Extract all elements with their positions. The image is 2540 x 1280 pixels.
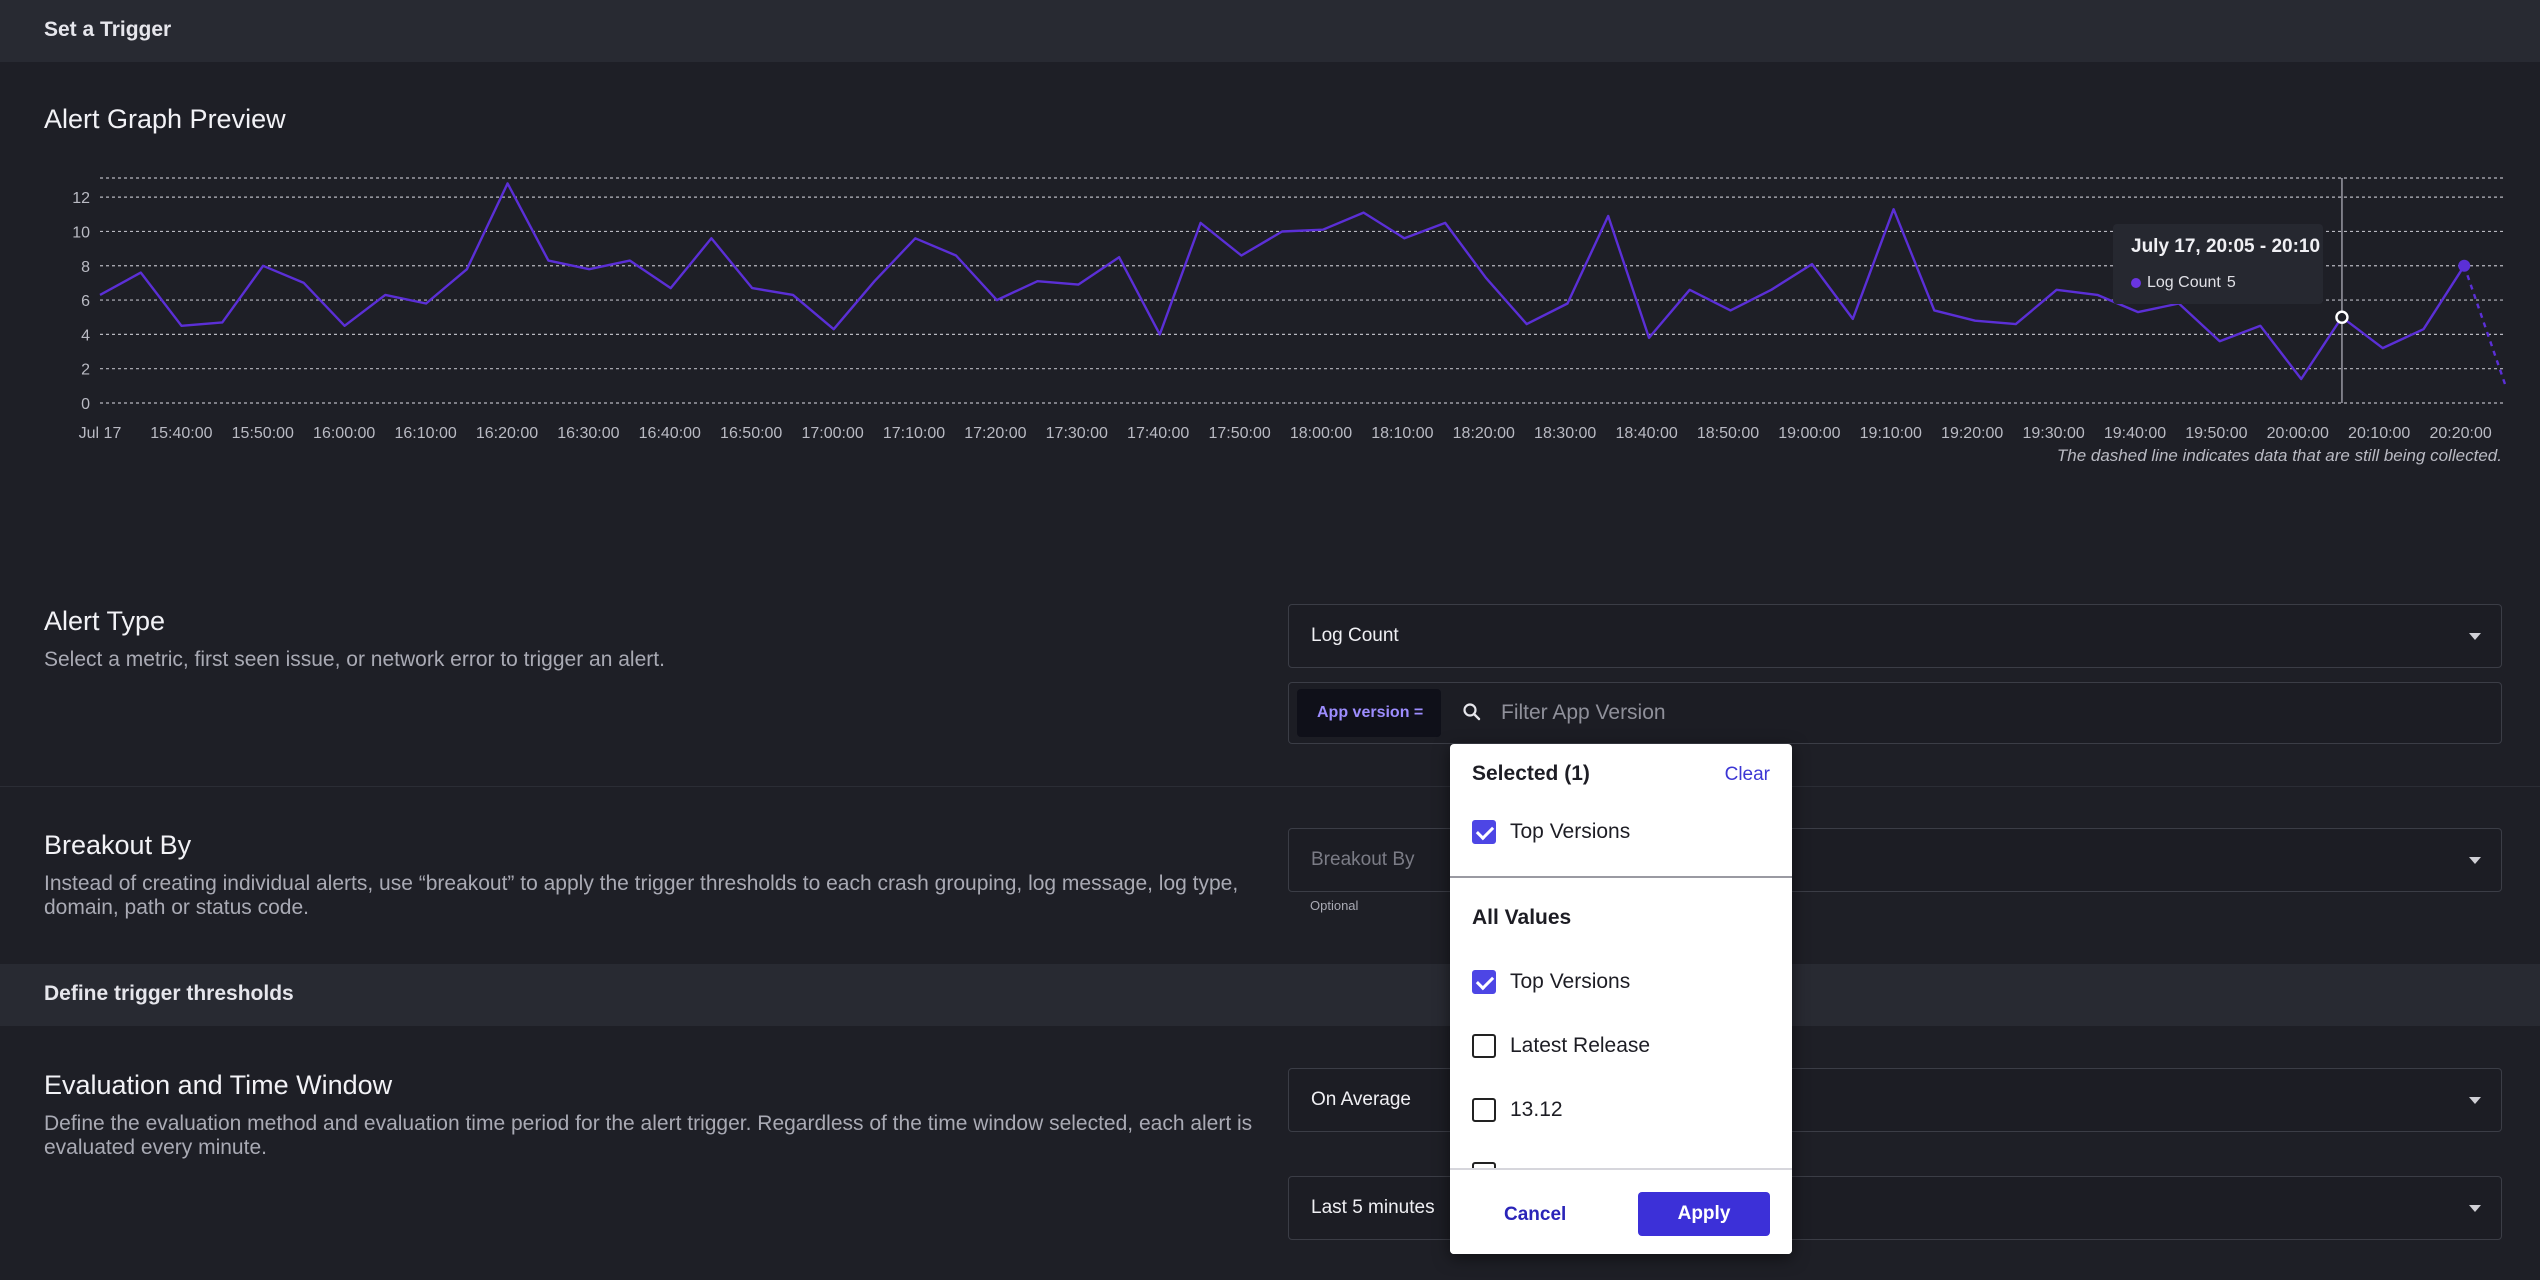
search-icon xyxy=(1463,703,1481,721)
x-tick-label: 19:20:00 xyxy=(1941,425,2003,442)
option-label: 13.12 xyxy=(1510,1098,1563,1121)
cancel-button[interactable]: Cancel xyxy=(1504,1204,1566,1226)
x-tick-label: 16:10:00 xyxy=(394,425,456,442)
hover-point xyxy=(2335,310,2349,324)
clear-button[interactable]: Clear xyxy=(1725,764,1770,786)
x-tick-label: Jul 17 xyxy=(79,425,122,442)
x-tick-label: 17:00:00 xyxy=(801,425,863,442)
x-tick-label: 17:30:00 xyxy=(1046,425,1108,442)
chevron-down-icon xyxy=(2469,633,2481,640)
time-window-value: Last 5 minutes xyxy=(1311,1197,1435,1218)
divider xyxy=(0,786,2540,787)
x-tick-label: 17:10:00 xyxy=(883,425,945,442)
chevron-down-icon xyxy=(2469,857,2481,864)
x-tick-label: 17:50:00 xyxy=(1208,425,1270,442)
tooltip-series: Log Count xyxy=(2147,274,2221,291)
x-tick-label: 16:30:00 xyxy=(557,425,619,442)
dropdown-separator xyxy=(1450,876,1792,878)
y-tick-label: 2 xyxy=(81,362,90,379)
x-tick-label: 20:10:00 xyxy=(2348,425,2410,442)
x-tick-label: 19:00:00 xyxy=(1778,425,1840,442)
option-13-12[interactable]: 13.12 xyxy=(1472,1098,1563,1122)
tooltip-title: July 17, 20:05 - 20:10 xyxy=(2131,236,2321,257)
y-tick-label: 6 xyxy=(81,293,90,310)
x-tick-label: 20:00:00 xyxy=(2267,425,2329,442)
x-tick-label: 18:30:00 xyxy=(1534,425,1596,442)
alert-type-description: Select a metric, first seen issue, or ne… xyxy=(44,648,665,671)
metric-select[interactable]: Log Count xyxy=(1288,604,2502,668)
option-label: Top Versions xyxy=(1510,820,1631,843)
thresholds-bar: Define trigger thresholds xyxy=(0,964,2540,1026)
all-values-header: All Values xyxy=(1472,906,1572,929)
option-latest-release[interactable]: Latest Release xyxy=(1472,1034,1650,1058)
option-label: Top Versions xyxy=(1510,970,1631,993)
breakout-title: Breakout By xyxy=(44,830,192,860)
x-tick-label: 18:10:00 xyxy=(1371,425,1433,442)
option-top-versions[interactable]: Top Versions xyxy=(1472,970,1630,994)
tooltip-value: 5 xyxy=(2226,274,2236,291)
y-tick-label: 8 xyxy=(81,259,90,276)
x-tick-label: 18:20:00 xyxy=(1453,425,1515,442)
header-bar: Set a Trigger xyxy=(0,0,2540,62)
filter-app-version-input[interactable] xyxy=(1501,697,2401,729)
app-version-chip[interactable]: App version = xyxy=(1297,689,1441,737)
x-tick-label: 18:00:00 xyxy=(1290,425,1352,442)
x-tick-label: 17:20:00 xyxy=(964,425,1026,442)
breakout-optional-hint: Optional xyxy=(1310,898,1359,913)
y-tick-label: 4 xyxy=(81,327,90,344)
x-tick-label: 16:20:00 xyxy=(476,425,538,442)
chevron-down-icon xyxy=(2469,1097,2481,1104)
selected-header: Selected (1) xyxy=(1472,762,1590,785)
breakout-description: Instead of creating individual alerts, u… xyxy=(44,872,1239,919)
series-line-pending xyxy=(2463,265,2507,385)
tooltip-row: Log Count 5 xyxy=(2131,274,2236,292)
alert-graph: 0 2 4 6 8 10 12 Jul 17 15:40:00 15:50:00 16:00:00 1… xyxy=(0,150,2540,480)
breakout-select-placeholder: Breakout By xyxy=(1311,849,1415,870)
page-title: Set a Trigger xyxy=(44,18,172,41)
x-tick-label: 16:40:00 xyxy=(639,425,701,442)
preview-title: Alert Graph Preview xyxy=(44,104,286,134)
evaluation-description: Define the evaluation method and evaluat… xyxy=(44,1112,1253,1159)
checkbox-checked-icon[interactable] xyxy=(1472,820,1496,844)
thresholds-title: Define trigger thresholds xyxy=(44,982,294,1005)
chevron-down-icon xyxy=(2469,1205,2481,1212)
option-label: Latest Release xyxy=(1510,1034,1651,1057)
metric-select-value: Log Count xyxy=(1311,625,1399,646)
x-tick-label: 20:20:00 xyxy=(2429,425,2491,442)
y-tick-label: 0 xyxy=(81,396,90,413)
x-tick-label: 19:50:00 xyxy=(2185,425,2247,442)
checkbox-checked-icon[interactable] xyxy=(1472,970,1496,994)
checkbox-icon[interactable] xyxy=(1472,1034,1496,1058)
x-tick-label: 18:50:00 xyxy=(1697,425,1759,442)
x-tick-label: 16:50:00 xyxy=(720,425,782,442)
dropdown-footer: Cancel Apply xyxy=(1450,1168,1792,1254)
chip-label: App version = xyxy=(1317,704,1424,721)
chart-tooltip: July 17, 20:05 - 20:10 Log Count 5 xyxy=(2113,224,2323,304)
app-version-filter[interactable]: App version = xyxy=(1288,682,2502,744)
x-tick-label: 18:40:00 xyxy=(1615,425,1677,442)
x-tick-label: 17:40:00 xyxy=(1127,425,1189,442)
series-line-log-count xyxy=(99,182,2466,381)
x-tick-label: 19:40:00 xyxy=(2104,425,2166,442)
x-tick-label: 15:40:00 xyxy=(150,425,212,442)
latest-point xyxy=(2458,259,2471,272)
selected-option-top-versions[interactable]: Top Versions xyxy=(1472,820,1630,844)
evaluation-title: Evaluation and Time Window xyxy=(44,1070,393,1100)
series-dot-icon xyxy=(2131,278,2141,288)
alert-type-title: Alert Type xyxy=(44,606,166,636)
x-tick-label: 19:10:00 xyxy=(1860,425,1922,442)
chart-note: The dashed line indicates data that are … xyxy=(2056,446,2502,465)
x-tick-label: 19:30:00 xyxy=(2022,425,2084,442)
apply-button[interactable]: Apply xyxy=(1638,1192,1770,1236)
y-tick-label: 12 xyxy=(72,190,90,207)
evaluation-method-value: On Average xyxy=(1311,1089,1412,1110)
x-tick-label: 15:50:00 xyxy=(232,425,294,442)
app-version-dropdown: Selected (1) Clear Top Versions All Valu… xyxy=(1450,744,1792,1254)
y-tick-label: 10 xyxy=(72,224,90,241)
x-tick-label: 16:00:00 xyxy=(313,425,375,442)
checkbox-icon[interactable] xyxy=(1472,1098,1496,1122)
